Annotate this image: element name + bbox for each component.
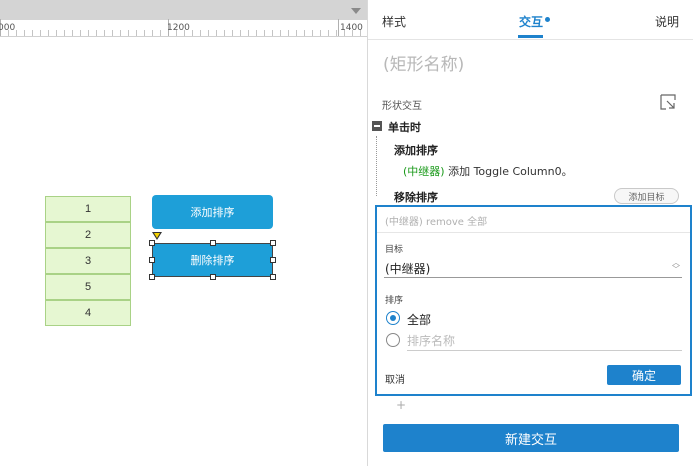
ruler-label: 1200 (167, 23, 190, 33)
section-title: 形状交互 (382, 101, 422, 112)
design-canvas[interactable]: 000 1200 1400 1 2 3 5 4 添加排序 删除排序 (0, 0, 367, 466)
divider (377, 232, 690, 233)
target-select[interactable]: (中继器) ︿ ﹀ (384, 256, 682, 278)
action-summary: (中继器) remove 全部 (385, 217, 488, 228)
ruler-label: 1400 (340, 23, 363, 33)
case-title[interactable]: 移除排序 (394, 189, 438, 205)
repeater-cell[interactable]: 2 (45, 222, 131, 248)
expand-corner-icon[interactable] (660, 94, 676, 110)
tab-notes[interactable]: 说明 (655, 13, 679, 30)
horizontal-ruler: 000 1200 1400 (0, 19, 367, 37)
canvas-toolbar (0, 0, 367, 20)
spinner-icon[interactable]: ︿ ﹀ (672, 259, 680, 274)
case-action-text: 添加 Toggle Column0。 (444, 165, 573, 178)
plus-icon[interactable]: + (396, 398, 406, 412)
active-tab-indicator (518, 35, 543, 38)
target-label: 目标 (385, 245, 404, 255)
action-editor: (中继器) remove 全部 目标 (中继器) ︿ ﹀ 排序 全部 排序名称 取… (375, 205, 692, 396)
radio-selected-icon[interactable] (386, 311, 400, 325)
inspector-tabs: 样式 交互 说明 (368, 0, 693, 40)
tree-guide-line (376, 136, 377, 196)
resize-handle[interactable] (270, 240, 276, 246)
tab-interaction[interactable]: 交互 (519, 13, 543, 30)
resize-handle[interactable] (270, 274, 276, 280)
case-action-target: (中继器) (403, 165, 445, 178)
repeater-cell[interactable]: 4 (45, 300, 131, 326)
resize-handle[interactable] (270, 257, 276, 263)
ruler-label: 000 (0, 23, 16, 33)
inspector-panel: 样式 交互 说明 (矩形名称) 形状交互 单击时 添加排序 (中继器) 添加 T… (367, 0, 693, 466)
ruler-major-tick (338, 19, 339, 36)
unsaved-dot-icon (545, 17, 550, 22)
resize-handle[interactable] (149, 274, 155, 280)
resize-handle[interactable] (210, 240, 216, 246)
resize-handle[interactable] (149, 257, 155, 263)
tab-style[interactable]: 样式 (382, 13, 406, 30)
resize-handle[interactable] (149, 240, 155, 246)
resize-handle[interactable] (210, 274, 216, 280)
case-title[interactable]: 添加排序 (394, 142, 438, 158)
add-sort-button[interactable]: 添加排序 (152, 195, 273, 229)
radio-unselected-icon[interactable] (386, 333, 400, 347)
target-select-value: (中继器) (385, 262, 431, 276)
radio-all-label[interactable]: 全部 (407, 311, 431, 328)
anchor-marker-fill (154, 233, 160, 238)
repeater-cell[interactable]: 1 (45, 196, 131, 222)
add-target-button[interactable]: 添加目标 (614, 188, 679, 204)
sort-label: 排序 (385, 296, 404, 306)
anchor-marker-icon[interactable] (152, 232, 162, 240)
case-action-detail[interactable]: (中继器) 添加 Toggle Column0。 (403, 163, 573, 179)
repeater-cell[interactable]: 5 (45, 274, 131, 300)
sort-name-input[interactable]: 排序名称 (407, 331, 682, 351)
shape-name-input[interactable]: (矩形名称) (383, 50, 464, 75)
collapse-minus-icon[interactable] (372, 121, 382, 131)
confirm-button[interactable]: 确定 (607, 365, 681, 385)
event-label[interactable]: 单击时 (388, 119, 421, 135)
app-window: 000 1200 1400 1 2 3 5 4 添加排序 删除排序 样式 交互 … (0, 0, 693, 466)
remove-sort-button[interactable]: 删除排序 (152, 243, 273, 277)
repeater-cell[interactable]: 3 (45, 248, 131, 274)
cancel-button[interactable]: 取消 (385, 371, 405, 386)
chevron-down-icon[interactable] (351, 8, 361, 14)
new-interaction-button[interactable]: 新建交互 (383, 424, 679, 452)
